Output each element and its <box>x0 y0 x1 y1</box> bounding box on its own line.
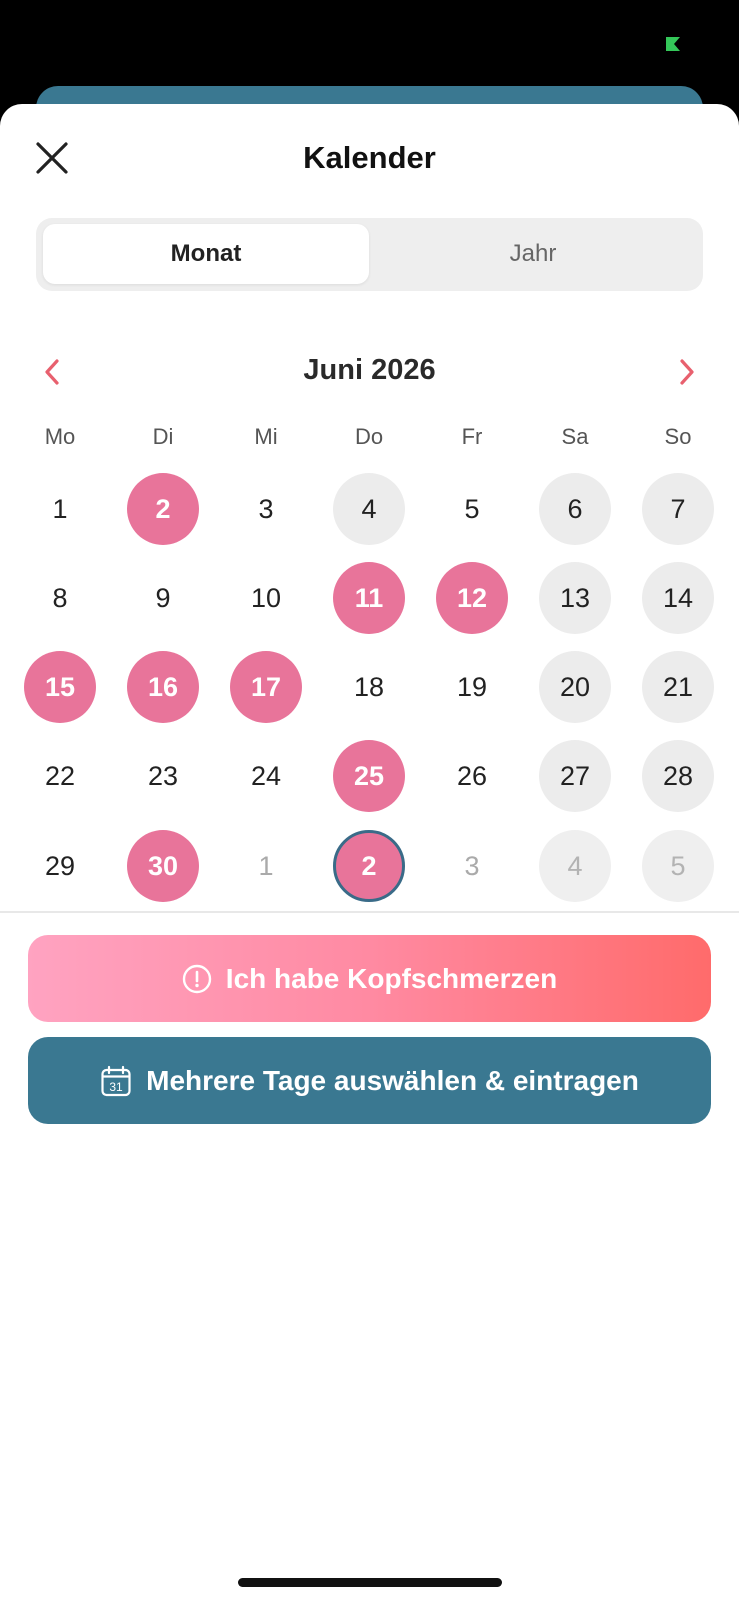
calendar-day-weekend[interactable]: 28 <box>642 740 714 812</box>
calendar-day-marked[interactable]: 16 <box>127 651 199 723</box>
svg-text:31: 31 <box>109 1080 123 1094</box>
calendar-day-weekend[interactable]: 6 <box>539 473 611 545</box>
calendar-day[interactable]: 19 <box>436 651 508 723</box>
calendar-day-other-month[interactable]: 3 <box>436 830 508 902</box>
calendar-day-marked[interactable]: 15 <box>24 651 96 723</box>
calendar-day-other-month[interactable]: 4 <box>539 830 611 902</box>
calendar-day[interactable]: 10 <box>230 562 302 634</box>
calendar-day-marked[interactable]: 11 <box>333 562 405 634</box>
calendar-day-marked[interactable]: 2 <box>127 473 199 545</box>
calendar-day-marked[interactable]: 25 <box>333 740 405 812</box>
calendar-day[interactable]: 9 <box>127 562 199 634</box>
calendar-day-weekend[interactable]: 14 <box>642 562 714 634</box>
calendar-day-marked[interactable]: 12 <box>436 562 508 634</box>
calendar-day-marked[interactable]: 30 <box>127 830 199 902</box>
calendar-icon: 31 <box>101 1065 131 1096</box>
calendar-day-weekend[interactable]: 27 <box>539 740 611 812</box>
log-headache-button[interactable]: Ich habe Kopfschmerzen <box>28 935 711 1022</box>
calendar-day[interactable]: 1 <box>24 473 96 545</box>
home-indicator[interactable] <box>238 1578 502 1587</box>
calendar-day[interactable]: 3 <box>230 473 302 545</box>
calendar-day-today[interactable]: 2 <box>333 830 405 902</box>
multi-select-days-label: Mehrere Tage auswählen & eintragen <box>146 1064 639 1096</box>
calendar-day[interactable]: 18 <box>333 651 405 723</box>
calendar-day-weekend[interactable]: 13 <box>539 562 611 634</box>
calendar-day[interactable]: 5 <box>436 473 508 545</box>
calendar-day-weekend[interactable]: 21 <box>642 651 714 723</box>
divider <box>0 911 739 913</box>
calendar-day[interactable]: 4 <box>333 473 405 545</box>
calendar-day-other-month[interactable]: 5 <box>642 830 714 902</box>
calendar-day-other-month[interactable]: 1 <box>230 830 302 902</box>
calendar-day[interactable]: 23 <box>127 740 199 812</box>
calendar-day[interactable]: 24 <box>230 740 302 812</box>
calendar-day[interactable]: 26 <box>436 740 508 812</box>
alert-circle-icon <box>182 964 211 993</box>
calendar-day[interactable]: 29 <box>24 830 96 902</box>
calendar-day-weekend[interactable]: 7 <box>642 473 714 545</box>
calendar-day-weekend[interactable]: 20 <box>539 651 611 723</box>
multi-select-days-button[interactable]: 31 Mehrere Tage auswählen & eintragen <box>28 1037 711 1124</box>
calendar-day-marked[interactable]: 17 <box>230 651 302 723</box>
calendar-day[interactable]: 22 <box>24 740 96 812</box>
calendar-day[interactable]: 8 <box>24 562 96 634</box>
log-headache-label: Ich habe Kopfschmerzen <box>225 962 558 994</box>
calendar-grid: 1 2 3 4 5 6 7 8 9 10 11 12 13 14 15 16 1… <box>0 0 739 920</box>
